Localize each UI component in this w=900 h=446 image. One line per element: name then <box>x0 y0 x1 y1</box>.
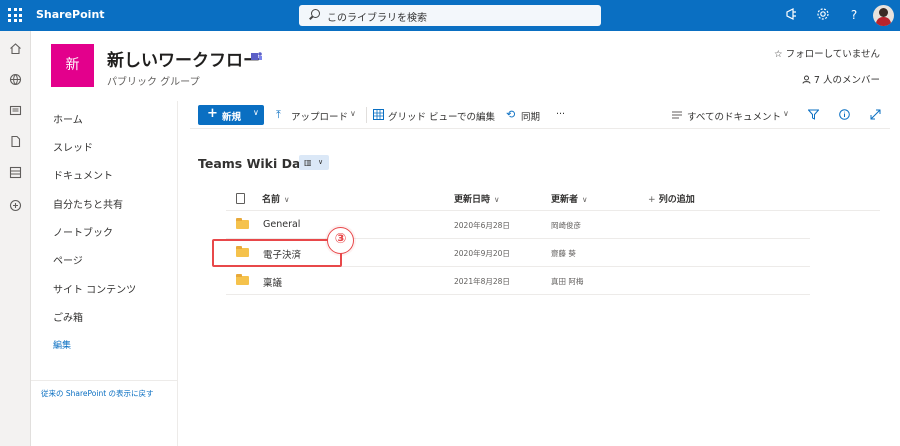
star-icon: ☆ <box>774 49 783 60</box>
view-switcher[interactable]: ▥ ∨ <box>299 155 329 170</box>
follow-button[interactable]: ☆ フォローしていません <box>774 46 880 60</box>
row-modified: 2020年6月28日 <box>454 221 510 230</box>
site-logo[interactable]: 新 <box>51 44 94 87</box>
site-title[interactable]: 新しいワークフロー <box>107 46 260 71</box>
chevron-down-icon: ∨ <box>494 195 500 204</box>
nav-item-shared[interactable]: 自分たちと共有 <box>53 196 123 211</box>
new-label: 新規 <box>222 112 242 123</box>
upload-icon: ⤒ <box>276 108 281 121</box>
grid-icon: ▥ <box>304 158 312 167</box>
table-row[interactable]: 稟議 2021年8月28日 真田 阿梅 <box>226 267 810 295</box>
nav-item-notebook[interactable]: ノートブック <box>53 224 113 239</box>
nav-divider <box>31 380 177 381</box>
row-modified: 2020年9月20日 <box>454 249 510 258</box>
grid-icon <box>373 109 384 120</box>
suite-bar: SharePoint このライブラリを検索 ? <box>0 0 900 31</box>
row-modified: 2021年8月28日 <box>454 277 510 286</box>
teams-icon[interactable] <box>251 51 262 61</box>
chevron-down-icon: ∨ <box>284 195 290 204</box>
row-modified-by: 真田 阿梅 <box>551 277 584 286</box>
filter-icon[interactable] <box>808 109 819 120</box>
nav-item-recycle-bin[interactable]: ごみ箱 <box>53 309 83 324</box>
document-icon[interactable] <box>9 135 22 148</box>
search-input[interactable]: このライブラリを検索 <box>327 9 427 24</box>
expand-icon[interactable] <box>870 109 881 120</box>
upload-button[interactable]: アップロード <box>291 109 348 123</box>
column-header-name[interactable]: 名前 ∨ <box>262 192 290 205</box>
app-launcher-icon[interactable] <box>8 8 22 22</box>
column-modified-label: 更新日時 <box>454 195 491 205</box>
nav-item-site-contents[interactable]: サイト コンテンツ <box>53 281 136 296</box>
chevron-down-icon: ∨ <box>253 108 259 117</box>
folder-icon <box>236 274 249 285</box>
highlight-box <box>212 239 342 267</box>
library-title: Teams Wiki Data <box>198 156 315 171</box>
megaphone-icon[interactable] <box>784 7 800 23</box>
file-type-icon[interactable] <box>236 193 245 204</box>
add-column-button[interactable]: + 列の追加 <box>648 192 695 205</box>
nav-item-home[interactable]: ホーム <box>53 111 83 126</box>
info-icon[interactable] <box>839 109 850 120</box>
members-button[interactable]: 7 人のメンバー <box>802 72 880 86</box>
search-icon <box>311 9 320 18</box>
folder-icon <box>236 218 249 229</box>
avatar[interactable] <box>873 5 894 26</box>
gear-icon[interactable] <box>815 7 831 23</box>
nav-edit-link[interactable]: 編集 <box>53 338 71 351</box>
news-icon[interactable] <box>9 104 22 117</box>
column-name-label: 名前 <box>262 195 281 205</box>
row-name[interactable]: General <box>263 219 300 230</box>
follow-label: フォローしていません <box>785 49 880 60</box>
sync-button[interactable]: 同期 <box>521 109 540 123</box>
table-row[interactable]: General 2020年6月28日 岡崎俊彦 <box>226 211 810 239</box>
person-icon <box>802 75 811 84</box>
add-column-label: 列の追加 <box>658 195 695 205</box>
chevron-down-icon: ∨ <box>318 158 324 166</box>
chevron-down-icon[interactable]: ∨ <box>783 109 789 118</box>
globe-icon[interactable] <box>9 73 22 86</box>
grid-view-edit-button[interactable]: グリッド ビューでの編集 <box>388 109 495 123</box>
list-icon[interactable] <box>9 166 22 179</box>
step-callout: ③ <box>327 227 354 254</box>
view-selector[interactable]: すべてのドキュメント <box>687 109 781 123</box>
more-button[interactable]: ··· <box>556 109 565 120</box>
help-icon[interactable]: ? <box>846 7 862 23</box>
site-subtitle: パブリック グループ <box>107 77 200 88</box>
plus-icon: + <box>207 106 218 121</box>
brand-label[interactable]: SharePoint <box>36 8 105 21</box>
add-circle-icon[interactable] <box>9 199 22 212</box>
left-navigation: ホーム スレッド ドキュメント 自分たちと共有 ノートブック ページ サイト コ… <box>31 101 178 446</box>
column-header-modified[interactable]: 更新日時 ∨ <box>454 192 500 205</box>
row-name[interactable]: 稟議 <box>263 275 282 289</box>
nav-item-threads[interactable]: スレッド <box>53 139 93 154</box>
nav-item-pages[interactable]: ページ <box>53 252 83 267</box>
new-button[interactable]: + 新規 ∨ <box>198 105 264 125</box>
column-modified-by-label: 更新者 <box>551 195 579 205</box>
search-box[interactable]: このライブラリを検索 <box>299 5 601 26</box>
column-header-modified-by[interactable]: 更新者 ∨ <box>551 192 588 205</box>
classic-view-link[interactable]: 従来の SharePoint の表示に戻す <box>41 388 154 399</box>
row-modified-by: 岡崎俊彦 <box>551 221 581 230</box>
members-label: 7 人のメンバー <box>813 75 880 86</box>
chevron-down-icon[interactable]: ∨ <box>350 109 356 118</box>
plus-icon: + <box>648 195 656 205</box>
row-modified-by: 齋藤 葵 <box>551 249 576 258</box>
view-lines-icon <box>672 111 682 119</box>
divider <box>366 107 367 123</box>
chevron-down-icon: ∨ <box>582 195 588 204</box>
home-icon[interactable] <box>9 42 22 55</box>
command-bar: + 新規 ∨ ⤒ アップロード ∨ グリッド ビューでの編集 ⟲ 同期 ··· … <box>190 101 890 129</box>
nav-item-documents[interactable]: ドキュメント <box>53 167 113 182</box>
app-rail <box>0 31 31 446</box>
sync-icon: ⟲ <box>506 108 516 121</box>
